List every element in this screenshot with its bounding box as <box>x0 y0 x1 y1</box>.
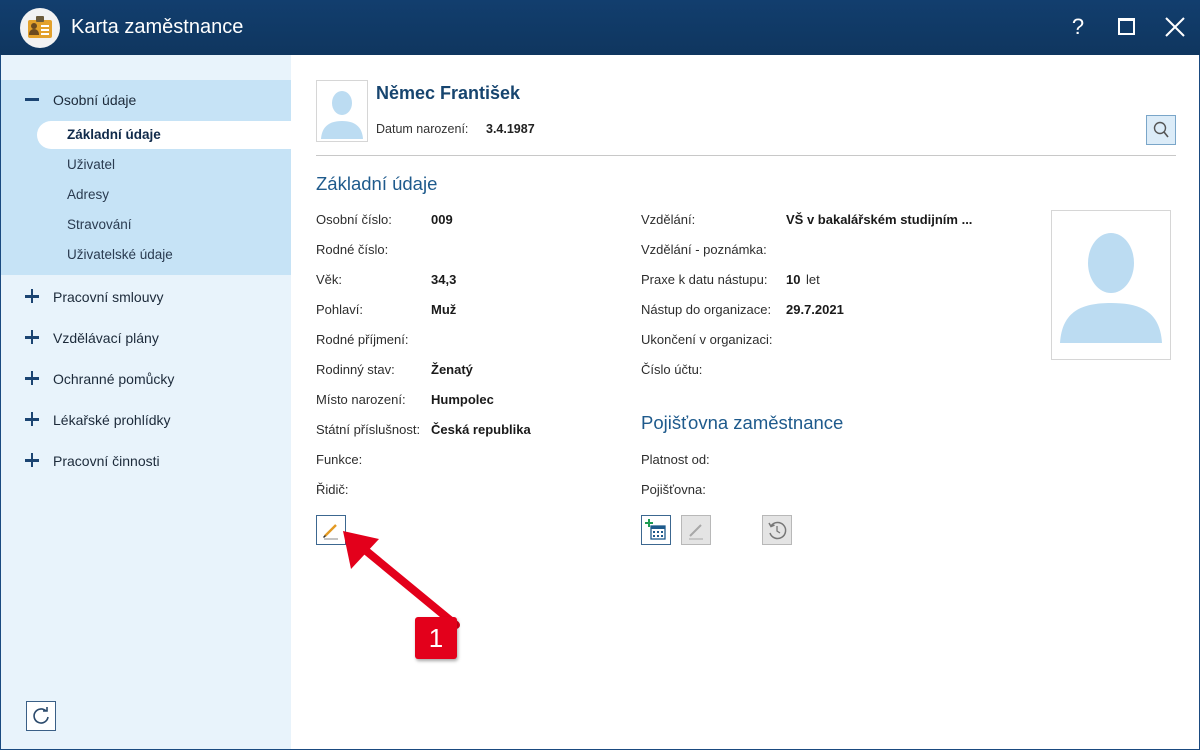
search-button[interactable] <box>1146 115 1176 145</box>
field-unit-praxe: let <box>806 272 820 287</box>
section-title-basic: Základní údaje <box>316 173 438 194</box>
field-value-nastup: 29.7.2021 <box>786 302 844 317</box>
employee-name: Němec František <box>376 83 521 103</box>
sidebar-group-osobni-udaje: Osobní údaje Základní údaje Uživatel Adr… <box>1 80 291 275</box>
field-value-rodinny-stav: Ženatý <box>431 362 473 377</box>
close-icon <box>1165 17 1185 37</box>
sidebar-group-pracovni-smlouvy[interactable]: Pracovní smlouvy <box>1 277 291 319</box>
sidebar-item-adresy[interactable]: Adresy <box>37 181 291 209</box>
field-value-vek: 34,3 <box>431 272 457 287</box>
history-icon <box>768 521 787 540</box>
main-content: Němec František Datum narození: 3.4.1987… <box>291 55 1199 749</box>
employee-photo <box>1051 210 1171 360</box>
field-label-nastup: Nástup do organizace: <box>641 302 772 317</box>
sidebar-item-label: Základní údaje <box>67 127 161 142</box>
refresh-icon <box>33 707 49 724</box>
field-label-vzdelani-poznamka: Vzdělání - poznámka: <box>641 242 767 257</box>
person-silhouette-icon <box>1060 233 1162 343</box>
sidebar-group-label: Ochranné pomůcky <box>53 371 175 387</box>
field-value-statni-prislusnost: Česká republika <box>431 422 531 437</box>
search-icon <box>1153 121 1169 138</box>
field-label-rodinny-stav: Rodinný stav: <box>316 362 395 377</box>
collapse-icon[interactable] <box>25 92 39 106</box>
field-label-ridic: Řidič: <box>316 482 349 497</box>
sidebar-group-pracovni-cinnosti[interactable]: Pracovní činnosti <box>1 441 291 483</box>
field-label-statni-prislusnost: Státní příslušnost: <box>316 422 421 437</box>
expand-icon[interactable] <box>25 330 39 344</box>
field-label-rodne-cislo: Rodné číslo: <box>316 242 389 257</box>
expand-icon[interactable] <box>25 453 39 467</box>
field-value-osobni-cislo: 009 <box>431 212 453 227</box>
sidebar-group-ochranne-pomucky[interactable]: Ochranné pomůcky <box>1 359 291 401</box>
window-title: Karta zaměstnance <box>71 16 244 38</box>
field-label-funkce: Funkce: <box>316 452 363 467</box>
field-label-osobni-cislo: Osobní číslo: <box>316 212 392 227</box>
expand-icon[interactable] <box>25 412 39 426</box>
section-title-insurance: Pojišťovna zaměstnance <box>641 412 844 433</box>
field-value-vzdelani: VŠ v bakalářském studijním ... <box>786 212 973 227</box>
field-label-vek: Věk: <box>316 272 343 287</box>
header-divider <box>316 155 1176 156</box>
pencil-disabled-icon <box>689 524 703 540</box>
dob-label: Datum narození: <box>376 122 469 136</box>
sidebar-item-label: Adresy <box>67 187 110 202</box>
callout-badge: 1 <box>415 617 457 659</box>
sidebar-group-label: Lékařské prohlídky <box>53 412 171 428</box>
sidebar-group-vzdelavaci-plany[interactable]: Vzdělávací plány <box>1 318 291 360</box>
calendar-add-icon <box>645 519 666 540</box>
help-button[interactable]: ? <box>1063 12 1093 42</box>
sidebar-item-uzivatelske-udaje[interactable]: Uživatelské údaje <box>37 241 291 269</box>
close-button[interactable] <box>1160 12 1190 42</box>
sidebar-item-label: Stravování <box>67 217 132 232</box>
title-bar: Karta zaměstnance ? <box>0 0 1200 55</box>
field-label-misto-narozeni: Místo narození: <box>316 392 406 407</box>
field-value-pohlavi: Muž <box>431 302 457 317</box>
expand-icon[interactable] <box>25 289 39 303</box>
field-label-praxe: Praxe k datu nástupu: <box>641 272 768 287</box>
person-silhouette-icon <box>321 91 363 139</box>
field-label-rodne-prijmeni: Rodné příjmení: <box>316 332 409 347</box>
sidebar-item-stravovani[interactable]: Stravování <box>37 211 291 239</box>
sidebar-group-label: Pracovní činnosti <box>53 453 160 469</box>
sidebar-item-uzivatel[interactable]: Uživatel <box>37 151 291 179</box>
sidebar-group-header-osobni-udaje[interactable]: Osobní údaje <box>1 80 291 122</box>
sidebar-item-label: Uživatel <box>67 157 116 172</box>
field-label-pohlavi: Pohlaví: <box>316 302 363 317</box>
sidebar-group-lekarske-prohlidky[interactable]: Lékařské prohlídky <box>1 400 291 442</box>
field-label-platnost-od: Platnost od: <box>641 452 710 467</box>
dob-value: 3.4.1987 <box>486 122 535 136</box>
field-label-vzdelani: Vzdělání: <box>641 212 696 227</box>
employee-avatar <box>316 80 368 142</box>
expand-icon[interactable] <box>25 371 39 385</box>
refresh-button[interactable] <box>26 701 56 731</box>
field-value-misto-narozeni: Humpolec <box>431 392 494 407</box>
field-value-praxe: 10 <box>786 272 801 287</box>
employee-card-icon <box>20 8 60 48</box>
maximize-button[interactable] <box>1111 12 1141 42</box>
sidebar-group-label: Pracovní smlouvy <box>53 289 164 305</box>
edit-insurance-button[interactable] <box>681 515 711 545</box>
sidebar-item-label: Uživatelské údaje <box>67 247 173 262</box>
history-button[interactable] <box>762 515 792 545</box>
field-label-pojistovna: Pojišťovna: <box>641 482 706 497</box>
field-label-cislo-uctu: Číslo účtu: <box>641 362 703 377</box>
field-label-ukonceni: Ukončení v organizaci: <box>641 332 773 347</box>
sidebar-group-label: Vzdělávací plány <box>53 330 159 346</box>
add-insurance-button[interactable] <box>641 515 671 545</box>
sidebar-item-zakladni-udaje[interactable]: Základní údaje <box>37 121 291 149</box>
sidebar: Osobní údaje Základní údaje Uživatel Adr… <box>1 55 291 749</box>
sidebar-group-label: Osobní údaje <box>53 92 137 108</box>
